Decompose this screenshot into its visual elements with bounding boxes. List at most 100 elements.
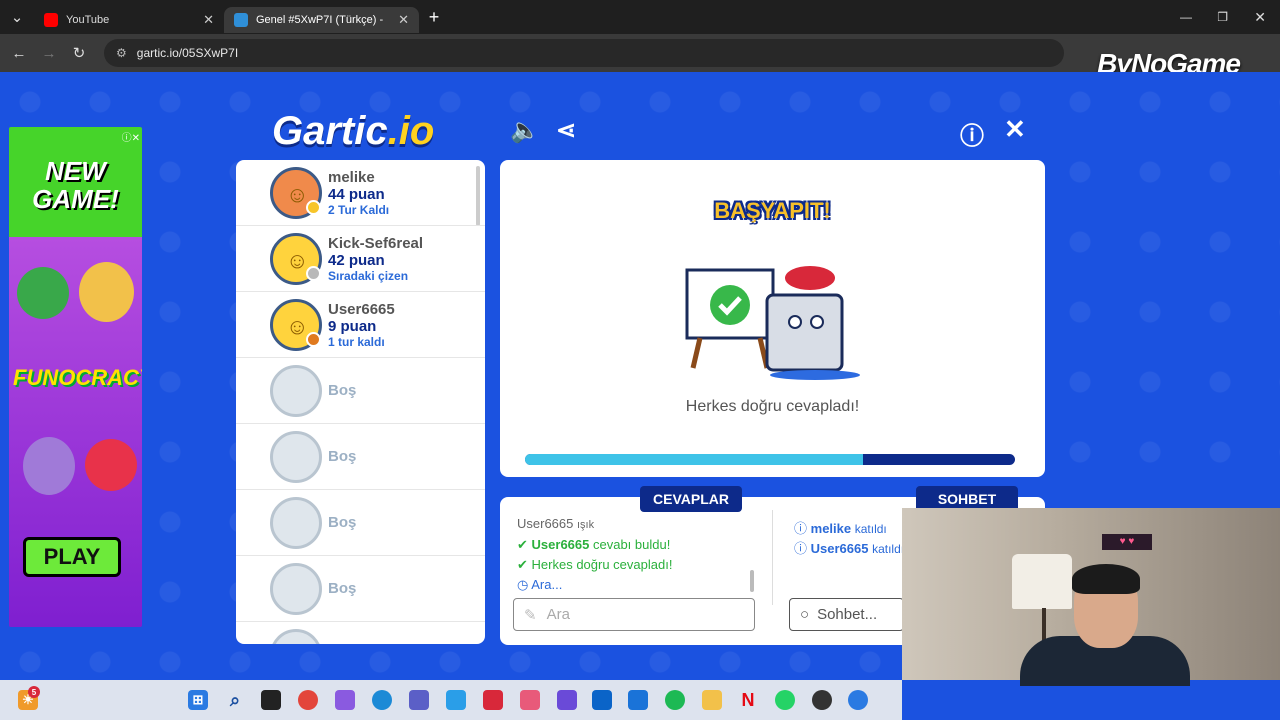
calculator-icon[interactable] xyxy=(628,690,648,710)
masterpiece-illustration-icon xyxy=(685,266,860,380)
player-row[interactable]: ☺ User6665 9 puan 1 tur kaldı xyxy=(236,292,485,358)
chrome-active-icon[interactable] xyxy=(848,690,868,710)
tab-list-chevron-icon[interactable]: ⌄ xyxy=(0,8,34,26)
chat-message: ⓘ melike katıldı xyxy=(794,518,887,537)
url-text: gartic.io/05SXwP7I xyxy=(136,46,239,60)
back-arrow-icon[interactable]: ← xyxy=(4,45,34,62)
acrobat-icon[interactable] xyxy=(483,690,503,710)
copilot-icon[interactable] xyxy=(335,690,355,710)
msn-icon[interactable] xyxy=(557,690,577,710)
ad-play-button[interactable]: PLAY xyxy=(23,537,121,577)
close-icon[interactable]: ✕ xyxy=(203,12,214,28)
result-panel: BAŞYAPIT! Herkes doğru cevapladı! xyxy=(500,160,1045,477)
ad-brand: FUNOCRACY xyxy=(13,365,142,390)
start-icon[interactable]: ⊞ xyxy=(188,690,208,710)
outlook-icon[interactable] xyxy=(592,690,612,710)
answer-message: ✔ Herkes doğru cevapladı! xyxy=(517,557,672,573)
gartic-logo: Gartic.io xyxy=(272,109,434,154)
info-icon[interactable]: ⓘ xyxy=(960,116,984,151)
spotify-icon[interactable] xyxy=(665,690,685,710)
window-close-icon[interactable]: ✕ xyxy=(1254,9,1266,26)
result-message: Herkes doğru cevapladı! xyxy=(685,398,860,415)
reload-icon[interactable]: ↻ xyxy=(64,44,94,62)
chat-input[interactable]: ○ Sohbet... xyxy=(789,598,904,631)
webcam-overlay: ♥ ♥ xyxy=(902,508,1280,686)
check-icon: ✔ xyxy=(517,557,528,572)
ad-info-icon[interactable]: ⓘ✕ xyxy=(122,129,140,144)
empty-avatar-icon xyxy=(270,430,322,483)
empty-avatar-icon xyxy=(270,364,322,417)
search-icon[interactable]: ⌕ xyxy=(225,690,245,710)
chat-text: katıldı xyxy=(872,542,902,556)
answer-input[interactable]: ✎ Ara xyxy=(513,598,755,631)
empty-slot xyxy=(236,622,485,644)
answer-text: cevabı buldu! xyxy=(592,537,671,552)
player-name: melike xyxy=(328,168,375,186)
obs-icon[interactable] xyxy=(812,690,832,710)
close-icon[interactable]: ✕ xyxy=(398,12,409,28)
info-icon: ⓘ xyxy=(794,521,808,536)
avatar-face-icon: ☺ xyxy=(286,181,309,207)
tab-title: YouTube xyxy=(66,14,110,26)
answer-message: User6665 ışık xyxy=(517,516,594,531)
edge-icon[interactable] xyxy=(372,690,392,710)
tab-title: Genel #5XwP7I (Türkçe) - G xyxy=(256,14,386,26)
tab-gartic[interactable]: Genel #5XwP7I (Türkçe) - G ✕ xyxy=(224,7,419,33)
exit-icon[interactable]: ✕ xyxy=(1004,114,1026,145)
answer-input-placeholder: Ara xyxy=(546,606,570,623)
teams-icon[interactable] xyxy=(409,690,429,710)
empty-avatar-icon xyxy=(270,496,322,549)
player-row[interactable]: ☺ Kick-Sef6real 42 puan Sıradaki çizen xyxy=(236,226,485,292)
avatar-face-icon: ☺ xyxy=(286,247,309,273)
snipping-tool-icon[interactable] xyxy=(520,690,540,710)
minimize-icon[interactable]: — xyxy=(1180,10,1192,24)
ad-banner[interactable]: ⓘ✕ NEW GAME! FUNOCRACY PLAY xyxy=(9,127,142,627)
new-tab-icon[interactable]: + xyxy=(419,7,449,28)
panel-divider xyxy=(772,510,773,605)
explorer-icon[interactable] xyxy=(702,690,722,710)
chat-message: ⓘ User6665 katıldı xyxy=(794,538,902,557)
player-score: 9 puan xyxy=(328,317,377,335)
player-row[interactable]: ☺ melike 44 puan 2 Tur Kaldı xyxy=(236,160,485,226)
lamp-icon xyxy=(1012,554,1072,609)
restore-icon[interactable]: ❐ xyxy=(1217,10,1228,24)
chat-text: katıldı xyxy=(854,522,887,536)
empty-slot: Boş xyxy=(236,424,485,490)
netflix-icon[interactable]: N xyxy=(738,690,758,710)
store-icon[interactable] xyxy=(446,690,466,710)
sound-icon[interactable]: 🔈 xyxy=(510,116,540,145)
logo-main: Gartic xyxy=(272,109,388,153)
youtube-icon xyxy=(44,13,58,27)
player-name: Kick-Sef6real xyxy=(328,234,424,252)
answer-text: ışık xyxy=(577,519,595,531)
player-name: User6665 xyxy=(328,300,395,318)
chrome-icon[interactable] xyxy=(298,690,318,710)
answer-message: ◷ Ara... xyxy=(517,577,562,593)
answer-user: User6665 xyxy=(517,516,574,531)
person-hair xyxy=(1072,564,1140,594)
answers-tab[interactable]: CEVAPLAR xyxy=(640,486,742,512)
chat-user: melike xyxy=(810,521,852,536)
tab-youtube[interactable]: YouTube ✕ xyxy=(34,7,224,33)
player-score: 42 puan xyxy=(328,251,385,269)
browser-toolbar: ← → ↻ ⚙ gartic.io/05SXwP7I xyxy=(0,34,1280,72)
ad-character-icon xyxy=(17,267,69,319)
answers-scrollbar[interactable] xyxy=(750,570,754,592)
player-status-dot xyxy=(306,266,321,281)
players-list[interactable]: ☺ melike 44 puan 2 Tur Kaldı ☺ Kick-Sef6… xyxy=(236,160,485,644)
whatsapp-icon[interactable] xyxy=(775,690,795,710)
pencil-icon: ✎ xyxy=(524,606,537,624)
player-status: Sıradaki çizen xyxy=(328,268,409,283)
forward-arrow-icon[interactable]: → xyxy=(34,45,64,62)
empty-slot: Boş xyxy=(236,490,485,556)
ad-character-icon xyxy=(23,437,75,495)
player-status-dot xyxy=(306,332,321,347)
task-view-icon[interactable] xyxy=(261,690,281,710)
player-score: 44 puan xyxy=(328,185,385,203)
ad-character-icon xyxy=(85,439,137,491)
answer-user: User6665 xyxy=(531,537,590,552)
site-info-icon[interactable]: ⚙ xyxy=(116,46,127,60)
share-icon[interactable]: ⋖ xyxy=(556,116,576,145)
empty-slot: Boş xyxy=(236,358,485,424)
address-bar[interactable]: ⚙ gartic.io/05SXwP7I xyxy=(104,39,1064,67)
